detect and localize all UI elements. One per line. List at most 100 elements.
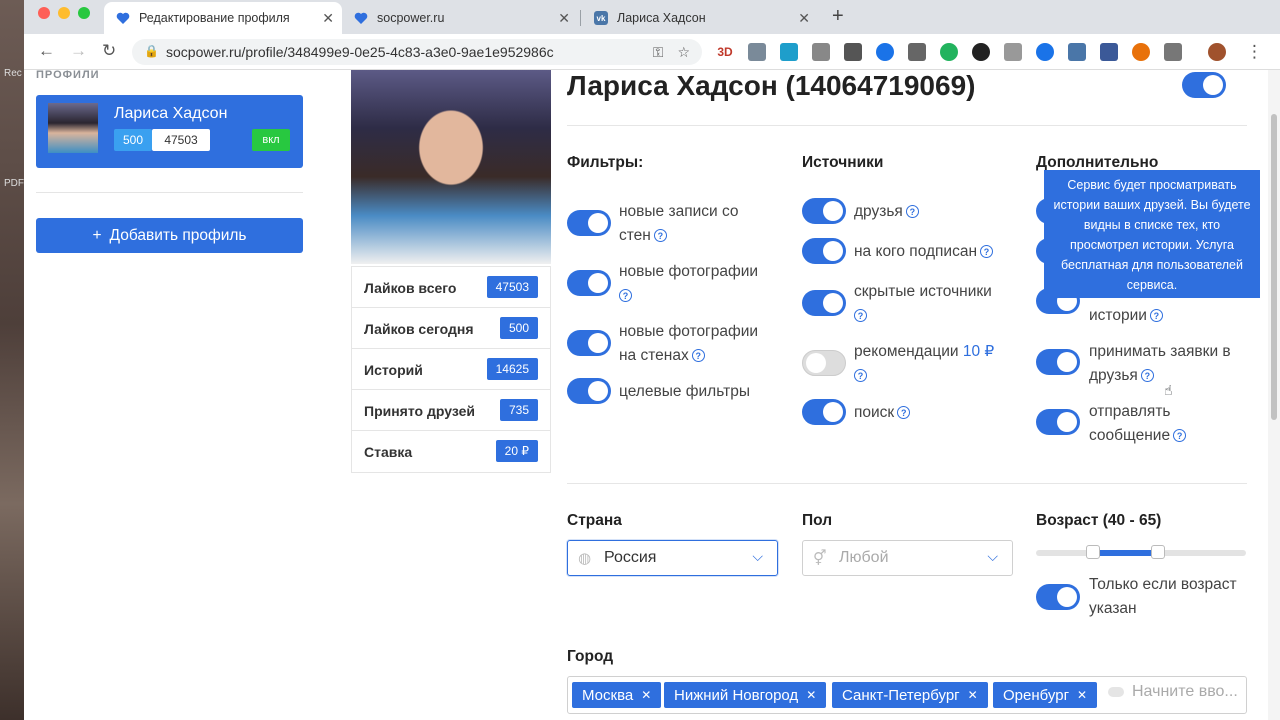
back-icon[interactable]: ← bbox=[38, 41, 55, 61]
stat-label: Ставка bbox=[364, 444, 413, 460]
country-label: Страна bbox=[567, 512, 622, 529]
filter-wall-posts-toggle[interactable] bbox=[567, 210, 611, 236]
extra-accept-requests-toggle[interactable] bbox=[1036, 349, 1080, 375]
stat-row: Принято друзей 735 bbox=[352, 390, 550, 431]
source-recommendations-toggle[interactable] bbox=[802, 350, 846, 376]
address-bar[interactable]: 🔒 socpower.ru/profile/348499e9-0e25-4c83… bbox=[132, 39, 702, 65]
help-icon[interactable]: ? bbox=[653, 229, 667, 243]
source-search-toggle[interactable] bbox=[802, 399, 846, 425]
city-tag[interactable]: Нижний Новгород ✕ bbox=[664, 682, 827, 708]
likes-today-badge: 500 bbox=[114, 129, 152, 151]
help-icon[interactable]: ? bbox=[619, 289, 632, 303]
vk-icon: vk bbox=[594, 11, 608, 25]
extension-icon[interactable] bbox=[1004, 43, 1022, 61]
key-icon[interactable]: ⚿ bbox=[653, 44, 664, 61]
country-select[interactable]: ◍ Россия ⌵ bbox=[567, 540, 778, 576]
help-icon[interactable]: ? bbox=[854, 369, 867, 383]
tab-bar: Редактирование профиля ✕ socpower.ru ✕ v… bbox=[24, 0, 1280, 34]
close-tab-icon[interactable]: ✕ bbox=[798, 10, 810, 27]
browser-menu-icon[interactable]: ⋮ bbox=[1246, 42, 1263, 62]
extension-icon[interactable] bbox=[1036, 43, 1054, 61]
globe-icon: ◍ bbox=[578, 550, 592, 567]
profile-enabled-toggle[interactable] bbox=[1182, 72, 1226, 98]
extra-send-message-toggle[interactable] bbox=[1036, 409, 1080, 435]
browser-window: Редактирование профиля ✕ socpower.ru ✕ v… bbox=[24, 0, 1280, 720]
extension-icon[interactable] bbox=[908, 43, 926, 61]
profile-card[interactable]: Лариса Хадсон 500 47503 вкл bbox=[36, 95, 303, 168]
help-icon[interactable]: ? bbox=[980, 245, 994, 259]
extension-icon[interactable] bbox=[780, 43, 798, 61]
tab-edit-profile[interactable]: Редактирование профиля ✕ bbox=[104, 2, 342, 34]
help-icon[interactable]: ? bbox=[854, 309, 867, 323]
extension-icon[interactable] bbox=[812, 43, 830, 61]
forward-icon[interactable]: → bbox=[70, 41, 87, 61]
gender-value: Любой bbox=[839, 549, 889, 566]
stat-label: Историй bbox=[364, 362, 423, 378]
scrollbar-thumb[interactable] bbox=[1271, 114, 1277, 420]
help-icon[interactable]: ? bbox=[1140, 369, 1154, 383]
status-badge: вкл bbox=[252, 129, 290, 151]
gender-select[interactable]: ⚥ Любой ⌵ bbox=[802, 540, 1013, 576]
stat-row: Историй 14625 bbox=[352, 349, 550, 390]
filter-wall-photos-toggle[interactable] bbox=[567, 330, 611, 356]
help-icon[interactable]: ? bbox=[1149, 309, 1163, 323]
filter-new-photos-toggle[interactable] bbox=[567, 270, 611, 296]
city-search-input[interactable]: Начните вво... bbox=[1108, 683, 1238, 701]
age-slider[interactable] bbox=[1036, 545, 1246, 559]
add-profile-button[interactable]: + Добавить профиль bbox=[36, 218, 303, 253]
remove-tag-icon[interactable]: ✕ bbox=[641, 688, 651, 702]
mouse-cursor-icon: ☝ bbox=[1164, 382, 1173, 398]
help-icon[interactable]: ? bbox=[897, 406, 911, 420]
stat-value: 14625 bbox=[486, 358, 538, 380]
age-only-if-set-toggle[interactable] bbox=[1036, 584, 1080, 610]
stat-row: Ставка 20 ₽ bbox=[352, 431, 550, 472]
gender-label: Пол bbox=[802, 512, 833, 529]
city-tag[interactable]: Санкт-Петербург ✕ bbox=[832, 682, 988, 708]
likes-total-badge: 47503 bbox=[152, 129, 210, 151]
stat-label: Принято друзей bbox=[364, 403, 475, 419]
remove-tag-icon[interactable]: ✕ bbox=[968, 688, 978, 702]
facebook-icon[interactable] bbox=[1100, 43, 1118, 61]
stat-label: Лайков всего bbox=[364, 280, 457, 296]
help-icon[interactable]: ? bbox=[905, 205, 919, 219]
extension-icon[interactable] bbox=[1164, 43, 1182, 61]
extension-icon[interactable] bbox=[1132, 43, 1150, 61]
bookmark-star-icon[interactable]: ☆ bbox=[677, 44, 690, 61]
filter-target-toggle[interactable] bbox=[567, 378, 611, 404]
age-max-handle[interactable] bbox=[1150, 545, 1165, 559]
tab-vk-profile[interactable]: vk Лариса Хадсон ✕ bbox=[582, 2, 818, 34]
maximize-window-button[interactable] bbox=[78, 7, 90, 19]
source-following-toggle[interactable] bbox=[802, 238, 846, 264]
divider bbox=[567, 125, 1247, 126]
tab-socpower[interactable]: socpower.ru ✕ bbox=[342, 2, 578, 34]
close-window-button[interactable] bbox=[38, 7, 50, 19]
remove-tag-icon[interactable]: ✕ bbox=[1077, 688, 1087, 702]
vk-icon[interactable] bbox=[1068, 43, 1086, 61]
source-friends-toggle[interactable] bbox=[802, 198, 846, 224]
extension-icon[interactable] bbox=[940, 43, 958, 61]
close-tab-icon[interactable]: ✕ bbox=[558, 10, 570, 27]
remove-tag-icon[interactable]: ✕ bbox=[806, 688, 816, 702]
age-min-handle[interactable] bbox=[1086, 545, 1101, 559]
extra-accept-requests-label: принимать заявки в друзья? bbox=[1089, 343, 1231, 384]
city-tags-input[interactable]: Москва ✕ Нижний Новгород ✕ Санкт-Петербург… bbox=[567, 676, 1247, 714]
minimize-window-button[interactable] bbox=[58, 7, 70, 19]
extension-icon[interactable] bbox=[972, 43, 990, 61]
page-scrollbar[interactable] bbox=[1268, 70, 1280, 720]
url-text: socpower.ru/profile/348499e9-0e25-4c83-a… bbox=[166, 44, 554, 60]
reload-icon[interactable]: ↻ bbox=[102, 41, 116, 61]
city-tag[interactable]: Оренбург ✕ bbox=[993, 682, 1098, 708]
filter-wall-photos-label: новые фотографии на стенах? bbox=[619, 323, 759, 364]
help-icon[interactable]: ? bbox=[1173, 429, 1187, 443]
filter-wall-posts-label: новые записи со стен? bbox=[619, 203, 739, 244]
extension-icon[interactable] bbox=[876, 43, 894, 61]
extension-icon[interactable] bbox=[844, 43, 862, 61]
help-icon[interactable]: ? bbox=[691, 349, 705, 363]
source-hidden-toggle[interactable] bbox=[802, 290, 846, 316]
new-tab-icon[interactable]: + bbox=[832, 5, 844, 28]
extension-icon[interactable] bbox=[748, 43, 766, 61]
user-avatar-icon[interactable] bbox=[1208, 43, 1226, 61]
close-tab-icon[interactable]: ✕ bbox=[322, 10, 334, 27]
extension-3d-icon[interactable]: 3D bbox=[716, 43, 734, 61]
city-tag[interactable]: Москва ✕ bbox=[572, 682, 662, 708]
